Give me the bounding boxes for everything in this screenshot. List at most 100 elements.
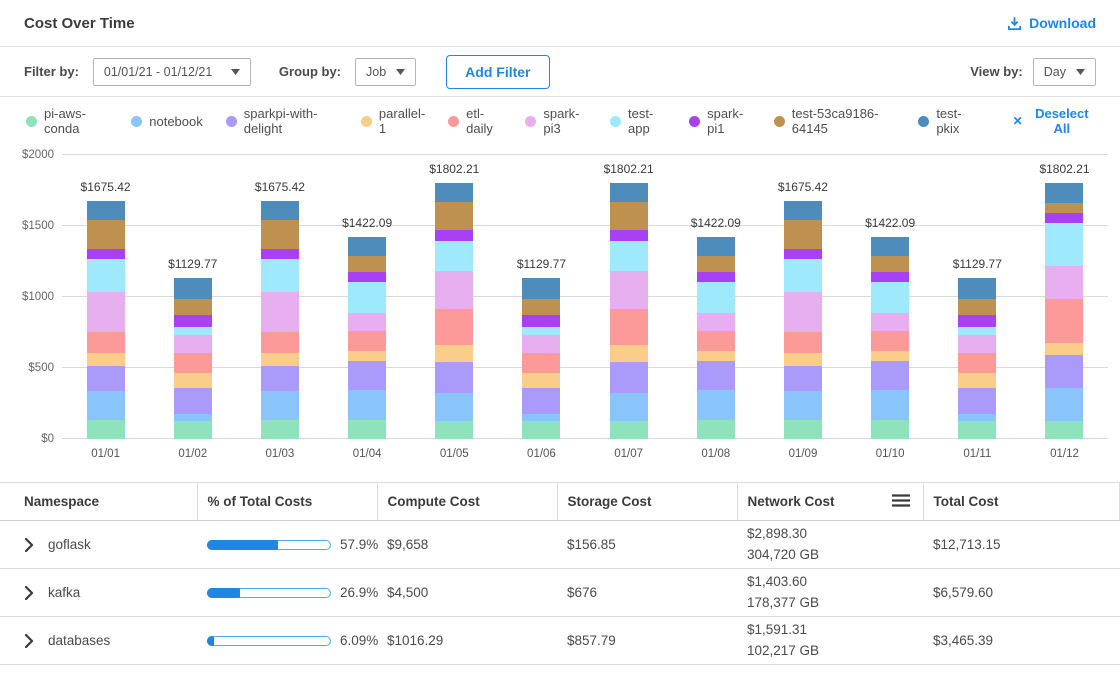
bar-segment-test-pkix[interactable]	[697, 237, 735, 256]
bar-segment-notebook[interactable]	[87, 391, 125, 420]
bar-segment-pi-aws-conda[interactable]	[348, 420, 386, 439]
bar-segment-spark-pi3[interactable]	[784, 292, 822, 332]
stacked-bar-01/11[interactable]	[958, 278, 996, 439]
legend-item-etl-daily[interactable]: etl-daily	[448, 106, 502, 136]
deselect-all-button[interactable]: ✕ Deselect All	[1013, 106, 1094, 136]
bar-segment-sparkpi-with-delight[interactable]	[435, 362, 473, 393]
legend-item-spark-pi3[interactable]: spark-pi3	[525, 106, 587, 136]
bar-segment-spark-pi1[interactable]	[261, 249, 299, 259]
view-by-select[interactable]: Day	[1033, 58, 1096, 86]
bar-segment-spark-pi3[interactable]	[697, 313, 735, 331]
download-button[interactable]: Download	[1007, 15, 1096, 31]
bar-segment-etl-daily[interactable]	[697, 331, 735, 351]
bar-segment-sparkpi-with-delight[interactable]	[348, 361, 386, 391]
bar-segment-etl-daily[interactable]	[1045, 299, 1083, 342]
bar-segment-parallel-1[interactable]	[958, 373, 996, 388]
bar-segment-test-pkix[interactable]	[610, 183, 648, 201]
bar-segment-etl-daily[interactable]	[958, 353, 996, 372]
bar-segment-parallel-1[interactable]	[522, 373, 560, 388]
bar-segment-notebook[interactable]	[871, 390, 909, 420]
bar-segment-pi-aws-conda[interactable]	[261, 420, 299, 439]
bar-segment-pi-aws-conda[interactable]	[1045, 421, 1083, 439]
bar-segment-etl-daily[interactable]	[174, 353, 212, 372]
bar-segment-sparkpi-with-delight[interactable]	[174, 388, 212, 414]
bar-segment-pi-aws-conda[interactable]	[174, 421, 212, 439]
bar-segment-test-pkix[interactable]	[435, 183, 473, 201]
bar-segment-spark-pi1[interactable]	[522, 315, 560, 327]
bar-segment-sparkpi-with-delight[interactable]	[871, 361, 909, 391]
bar-segment-test-53ca9186-64145[interactable]	[435, 202, 473, 230]
legend-item-notebook[interactable]: notebook	[131, 114, 203, 129]
bar-segment-spark-pi1[interactable]	[784, 249, 822, 259]
legend-item-pi-aws-conda[interactable]: pi-aws-conda	[26, 106, 108, 136]
bar-segment-sparkpi-with-delight[interactable]	[958, 388, 996, 414]
stacked-bar-01/05[interactable]	[435, 183, 473, 439]
stacked-bar-01/03[interactable]	[261, 201, 299, 439]
expand-row-chevron-icon[interactable]	[24, 586, 34, 600]
bar-segment-pi-aws-conda[interactable]	[87, 420, 125, 439]
bar-segment-spark-pi1[interactable]	[174, 315, 212, 327]
bar-segment-spark-pi1[interactable]	[610, 230, 648, 241]
bar-segment-test-53ca9186-64145[interactable]	[784, 220, 822, 249]
stacked-bar-01/06[interactable]	[522, 278, 560, 439]
stacked-bar-01/09[interactable]	[784, 201, 822, 439]
bar-segment-test-app[interactable]	[435, 241, 473, 271]
bar-segment-spark-pi3[interactable]	[261, 292, 299, 332]
bar-segment-sparkpi-with-delight[interactable]	[261, 366, 299, 391]
bar-segment-test-app[interactable]	[348, 282, 386, 313]
bar-segment-test-app[interactable]	[784, 259, 822, 292]
expand-row-chevron-icon[interactable]	[24, 634, 34, 648]
bar-segment-pi-aws-conda[interactable]	[784, 420, 822, 439]
legend-item-parallel-1[interactable]: parallel-1	[361, 106, 425, 136]
bar-segment-pi-aws-conda[interactable]	[610, 421, 648, 439]
bar-segment-sparkpi-with-delight[interactable]	[1045, 355, 1083, 389]
legend-item-test-53ca9186-64145[interactable]: test-53ca9186-64145	[774, 106, 896, 136]
bar-segment-sparkpi-with-delight[interactable]	[610, 362, 648, 393]
bar-segment-spark-pi3[interactable]	[174, 335, 212, 354]
bar-segment-etl-daily[interactable]	[261, 332, 299, 352]
bar-segment-test-app[interactable]	[87, 259, 125, 292]
bar-segment-spark-pi3[interactable]	[610, 271, 648, 309]
bar-segment-etl-daily[interactable]	[87, 332, 125, 352]
bar-segment-notebook[interactable]	[610, 393, 648, 421]
bar-segment-test-pkix[interactable]	[871, 237, 909, 256]
bar-segment-spark-pi3[interactable]	[958, 335, 996, 354]
bar-segment-notebook[interactable]	[348, 390, 386, 420]
bar-segment-test-app[interactable]	[871, 282, 909, 313]
legend-item-sparkpi-with-delight[interactable]: sparkpi-with-delight	[226, 106, 338, 136]
stacked-bar-01/08[interactable]	[697, 237, 735, 439]
bar-segment-test-53ca9186-64145[interactable]	[1045, 203, 1083, 213]
bar-segment-sparkpi-with-delight[interactable]	[784, 366, 822, 391]
bar-segment-parallel-1[interactable]	[871, 351, 909, 361]
bar-segment-spark-pi3[interactable]	[87, 292, 125, 332]
bar-segment-spark-pi3[interactable]	[435, 271, 473, 309]
bar-segment-test-app[interactable]	[261, 259, 299, 292]
bar-segment-etl-daily[interactable]	[784, 332, 822, 352]
bar-segment-spark-pi3[interactable]	[522, 335, 560, 354]
bar-segment-test-pkix[interactable]	[958, 278, 996, 298]
bar-segment-spark-pi1[interactable]	[435, 230, 473, 241]
stacked-bar-01/07[interactable]	[610, 183, 648, 439]
bar-segment-test-app[interactable]	[174, 327, 212, 335]
bar-segment-sparkpi-with-delight[interactable]	[522, 388, 560, 414]
bar-segment-test-53ca9186-64145[interactable]	[522, 299, 560, 315]
bar-segment-parallel-1[interactable]	[610, 345, 648, 362]
bar-segment-notebook[interactable]	[261, 391, 299, 420]
bar-segment-pi-aws-conda[interactable]	[522, 421, 560, 439]
bar-segment-pi-aws-conda[interactable]	[958, 421, 996, 439]
bar-segment-test-app[interactable]	[697, 282, 735, 313]
bar-segment-etl-daily[interactable]	[348, 331, 386, 351]
bar-segment-spark-pi1[interactable]	[871, 272, 909, 282]
bar-segment-etl-daily[interactable]	[435, 309, 473, 345]
bar-segment-parallel-1[interactable]	[261, 353, 299, 366]
stacked-bar-01/12[interactable]	[1045, 183, 1083, 439]
bar-segment-test-app[interactable]	[522, 327, 560, 335]
bar-segment-spark-pi1[interactable]	[1045, 213, 1083, 223]
bar-segment-pi-aws-conda[interactable]	[871, 420, 909, 439]
bar-segment-pi-aws-conda[interactable]	[435, 421, 473, 439]
bar-segment-notebook[interactable]	[784, 391, 822, 420]
stacked-bar-01/02[interactable]	[174, 278, 212, 439]
bar-segment-spark-pi1[interactable]	[87, 249, 125, 259]
stacked-bar-01/01[interactable]	[87, 201, 125, 439]
bar-segment-test-app[interactable]	[1045, 223, 1083, 266]
